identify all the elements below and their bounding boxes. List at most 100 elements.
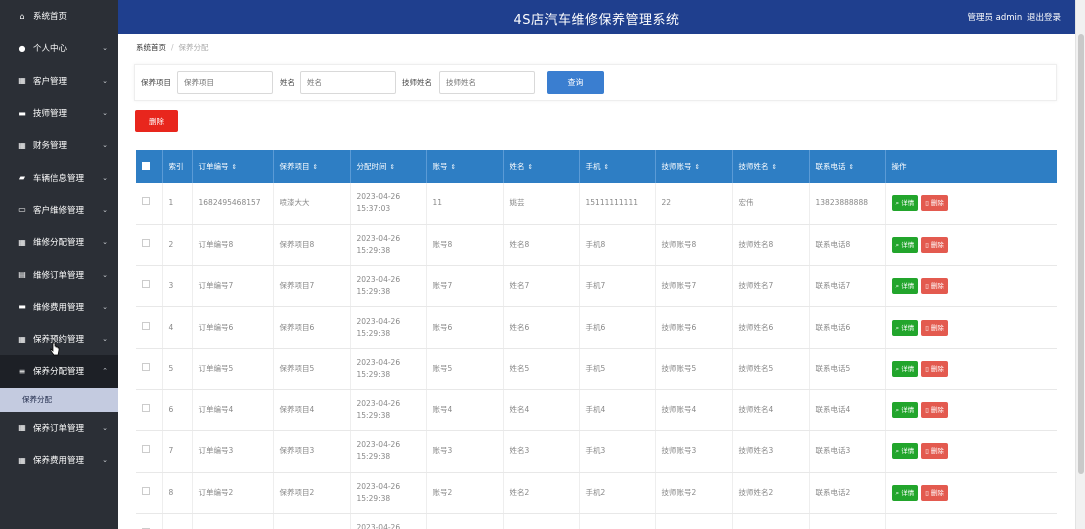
select-all-checkbox[interactable] [142, 161, 150, 170]
row-delete-button[interactable]: ▯ 删除 [921, 484, 948, 501]
search-input-name[interactable] [300, 71, 396, 94]
sort-icon[interactable]: ⇕ [849, 163, 854, 171]
sidebar-item-label: 个人中心 [33, 44, 68, 55]
col-header-project[interactable]: 保养项目 ⇕ [273, 150, 351, 183]
sidebar-item-home[interactable]: ⌂ 系统首页 [0, 0, 118, 32]
sort-icon[interactable]: ⇕ [451, 163, 456, 171]
sort-icon[interactable]: ⇕ [528, 163, 533, 171]
table-cell: 保养项目5 [273, 348, 351, 390]
search-input-project[interactable] [177, 71, 273, 94]
col-header-account[interactable]: 账号 ⇕ [426, 150, 504, 183]
search-input-technician[interactable] [439, 71, 535, 94]
sidebar-item-label: 客户管理 [33, 76, 68, 87]
row-checkbox[interactable] [142, 238, 150, 247]
sort-icon[interactable]: ⇕ [772, 163, 777, 171]
table-cell [162, 513, 193, 529]
col-header-label: 账号 [432, 162, 448, 171]
col-header-phone[interactable]: 手机 ⇕ [579, 150, 656, 183]
row-checkbox-cell[interactable] [136, 472, 163, 514]
breadcrumb-home[interactable]: 系统首页 [136, 43, 166, 52]
row-checkbox[interactable] [142, 445, 150, 454]
col-header-actions: 操作 [885, 150, 1057, 183]
sidebar-item-vehicles[interactable]: ▰ 车辆信息管理 ⌄ [0, 161, 118, 193]
sidebar-item-repair-orders[interactable]: ▤ 维修订单管理 ⌄ [0, 258, 118, 290]
table-cell: 保养项目4 [273, 389, 351, 432]
sidebar-item-maintenance-fees[interactable]: ▦ 保养费用管理 ⌄ [0, 444, 118, 476]
row-delete-button[interactable]: ▯ 删除 [921, 443, 948, 460]
row-checkbox[interactable] [142, 362, 150, 371]
table-cell: 联系电话6 [809, 306, 886, 349]
page-scrollbar[interactable] [1075, 0, 1085, 529]
col-header-tech-name[interactable]: 技师姓名 ⇕ [732, 150, 810, 183]
sort-icon[interactable]: ⇕ [232, 163, 237, 171]
select-all-checkbox-cell[interactable] [136, 150, 163, 183]
detail-button[interactable]: ⌕ 详情 [891, 360, 919, 377]
table-cell: 订单编号2 [192, 472, 274, 514]
detail-button[interactable]: ⌕ 详情 [891, 195, 919, 212]
sidebar-item-customer-repair[interactable]: ▭ 客户维修管理 ⌄ [0, 194, 118, 226]
row-delete-button[interactable]: ▯ 删除 [921, 195, 948, 212]
detail-button[interactable]: ⌕ 详情 [891, 236, 919, 253]
row-delete-button[interactable]: ▯ 删除 [921, 236, 948, 253]
row-checkbox-cell[interactable] [136, 265, 163, 308]
row-actions: ⌕ 详情 ▯ 删除 [885, 389, 1057, 432]
sort-icon[interactable]: ⇕ [695, 163, 700, 171]
detail-button[interactable]: ⌕ 详情 [891, 443, 919, 460]
sort-icon[interactable]: ⇕ [604, 163, 609, 171]
sort-icon[interactable]: ⇕ [390, 163, 395, 171]
sidebar-item-finance[interactable]: ▦ 财务管理 ⌄ [0, 129, 118, 161]
detail-label: 详情 [901, 364, 915, 373]
table-cell: 技师姓名5 [732, 348, 810, 390]
row-checkbox[interactable] [142, 486, 150, 495]
row-checkbox-cell[interactable] [136, 306, 163, 349]
sidebar-subitem-maintenance-assign[interactable]: 保养分配 [0, 387, 118, 412]
table-cell: 订单编号6 [192, 306, 274, 349]
row-delete-button[interactable]: ▯ 删除 [921, 360, 948, 377]
sort-icon[interactable]: ⇕ [313, 163, 318, 171]
row-checkbox[interactable] [142, 197, 150, 206]
row-checkbox-cell[interactable] [136, 348, 163, 390]
sidebar-item-customers[interactable]: ▦ 客户管理 ⌄ [0, 65, 118, 97]
detail-button[interactable]: ⌕ 详情 [891, 278, 919, 295]
logout-link[interactable]: 退出登录 [1027, 13, 1061, 23]
row-checkbox-cell[interactable] [136, 430, 163, 473]
row-checkbox-cell[interactable] [136, 389, 163, 432]
row-actions: ⌕ 详情 ▯ 删除 [885, 183, 1057, 225]
table-cell: 技师姓名4 [732, 389, 810, 432]
row-checkbox-cell[interactable] [136, 513, 163, 529]
row-actions: ⌕ 详情 ▯ 删除 [885, 472, 1057, 514]
col-header-name[interactable]: 姓名 ⇕ [503, 150, 580, 183]
col-header-order-no[interactable]: 订单编号 ⇕ [192, 150, 274, 183]
main-content: 系统首页/保养分配 保养项目 姓名 技师姓名 查询 删除 索引 订单编号⇕ 保养… [118, 34, 1075, 529]
row-checkbox-cell[interactable] [136, 183, 163, 225]
sidebar-item-maintenance-assign[interactable]: ≡ 保养分配管理 ⌃ [0, 355, 118, 388]
row-checkbox[interactable] [142, 321, 150, 330]
list-icon: ≡ [18, 366, 26, 376]
batch-delete-button[interactable]: 删除 [135, 110, 178, 132]
user-icon: ● [18, 43, 26, 53]
col-header-assign-time[interactable]: 分配时间 ⇕ [350, 150, 427, 183]
row-delete-button[interactable]: ▯ 删除 [921, 402, 948, 419]
table-cell: 联系电话7 [809, 265, 886, 308]
col-header-label: 姓名 [509, 162, 525, 171]
sidebar-item-repair-fees[interactable]: ▬ 维修费用管理 ⌄ [0, 291, 118, 323]
row-checkbox[interactable] [142, 404, 150, 413]
row-delete-button[interactable]: ▯ 删除 [921, 278, 948, 295]
row-checkbox[interactable] [142, 280, 150, 289]
sidebar-item-technicians[interactable]: ▬ 技师管理 ⌄ [0, 97, 118, 129]
scrollbar-thumb[interactable] [1078, 34, 1084, 474]
detail-button[interactable]: ⌕ 详情 [891, 319, 919, 336]
col-header-contact[interactable]: 联系电话 ⇕ [809, 150, 886, 183]
row-checkbox-cell[interactable] [136, 224, 163, 267]
row-delete-button[interactable]: ▯ 删除 [921, 319, 948, 336]
col-header-tech-account[interactable]: 技师账号 ⇕ [655, 150, 733, 183]
detail-button[interactable]: ⌕ 详情 [891, 484, 919, 501]
detail-button[interactable]: ⌕ 详情 [891, 402, 919, 419]
sidebar-item-maintenance-orders[interactable]: ▦ 保养订单管理 ⌄ [0, 412, 118, 444]
search-button[interactable]: 查询 [547, 71, 604, 94]
sidebar-item-profile[interactable]: ● 个人中心 ⌄ [0, 32, 118, 64]
sidebar-item-repair-assign[interactable]: ▦ 维修分配管理 ⌄ [0, 226, 118, 258]
table-cell: 保养项目2 [273, 472, 351, 514]
table-cell: 联系电话4 [809, 389, 886, 432]
sidebar-item-label: 维修订单管理 [33, 270, 85, 281]
